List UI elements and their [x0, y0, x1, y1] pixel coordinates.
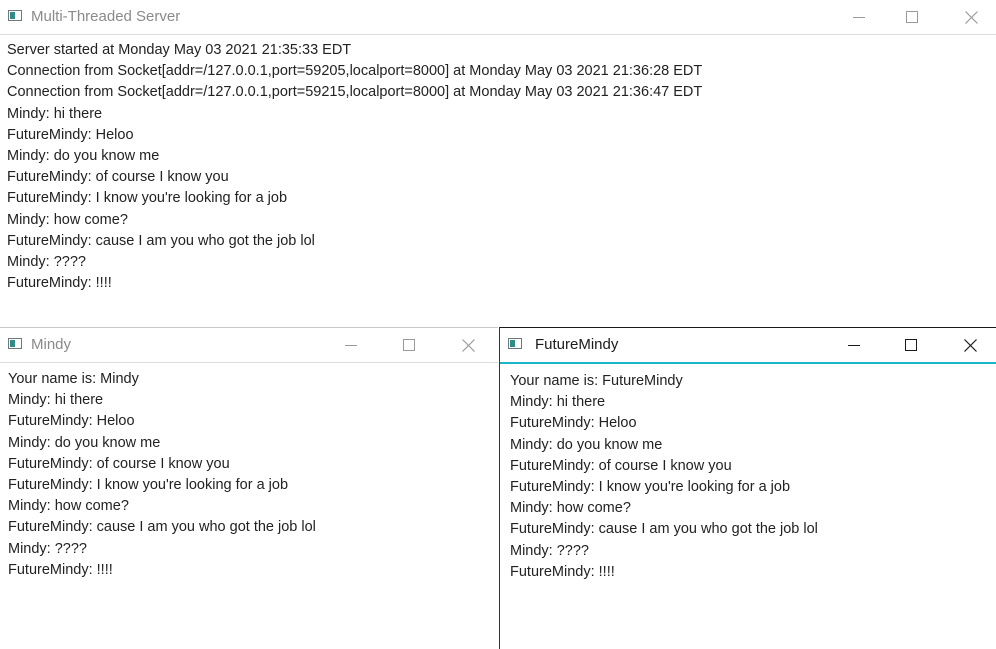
app-window-icon — [508, 338, 522, 349]
close-icon — [461, 338, 475, 352]
chat-line: Mindy: how come? — [8, 498, 129, 515]
futuremindy-titlebar[interactable]: FutureMindy — [500, 328, 996, 364]
minimize-button[interactable] — [831, 328, 877, 362]
chat-line: Your name is: Mindy — [8, 371, 139, 387]
server-window: Multi-Threaded Server Server started at … — [0, 0, 996, 320]
chat-line: FutureMindy: cause I am you who got the … — [8, 519, 316, 536]
server-log-line: FutureMindy: of course I know you — [7, 169, 229, 186]
chat-line: Mindy: hi there — [510, 394, 606, 411]
chat-line: FutureMindy: I know you're looking for a… — [8, 477, 289, 494]
close-icon — [964, 10, 978, 24]
maximize-icon — [905, 339, 917, 351]
chat-line: Mindy: do you know me — [510, 436, 663, 453]
app-window-icon — [8, 338, 22, 349]
maximize-button[interactable] — [888, 328, 934, 362]
chat-line: Mindy: do you know me — [8, 434, 161, 451]
chat-line: FutureMindy: I know you're looking for a… — [510, 479, 791, 496]
close-button[interactable] — [947, 328, 993, 362]
server-log-line: Mindy: do you know me — [7, 148, 160, 165]
minimize-button[interactable] — [328, 328, 374, 362]
server-titlebar[interactable]: Multi-Threaded Server — [0, 0, 996, 35]
futuremindy-chat-area[interactable]: Your name is: FutureMindy Mindy: hi ther… — [500, 364, 996, 649]
server-log-line: FutureMindy: I know you're looking for a… — [7, 190, 288, 207]
close-icon — [963, 338, 977, 352]
chat-line: FutureMindy: cause I am you who got the … — [510, 521, 818, 538]
chat-line: Your name is: FutureMindy — [510, 373, 683, 389]
futuremindy-window: FutureMindy Your name is: FutureMindy Mi… — [499, 327, 996, 649]
chat-line: FutureMindy: !!!! — [8, 561, 113, 578]
chat-line: FutureMindy: Heloo — [8, 413, 135, 430]
minimize-icon — [848, 345, 860, 346]
minimize-button[interactable] — [836, 0, 882, 34]
close-button[interactable] — [948, 0, 994, 34]
chat-line: FutureMindy: !!!! — [510, 563, 615, 580]
chat-line: Mindy: ???? — [8, 540, 87, 557]
mindy-chat-area[interactable]: Your name is: Mindy Mindy: hi there Futu… — [0, 363, 498, 649]
server-log-area[interactable]: Server started at Monday May 03 2021 21:… — [0, 37, 996, 320]
chat-line: FutureMindy: of course I know you — [510, 457, 732, 474]
server-log-line: Connection from Socket[addr=/127.0.0.1,p… — [7, 84, 703, 101]
chat-line: Mindy: hi there — [8, 392, 104, 409]
server-log-line: Connection from Socket[addr=/127.0.0.1,p… — [7, 63, 703, 80]
close-button[interactable] — [445, 328, 491, 362]
server-log-line: Mindy: how come? — [7, 211, 128, 228]
maximize-button[interactable] — [386, 328, 432, 362]
maximize-icon — [403, 339, 415, 351]
server-log-line: FutureMindy: !!!! — [7, 275, 112, 292]
mindy-window-title: Mindy — [31, 336, 72, 353]
maximize-icon — [906, 11, 918, 23]
mindy-titlebar[interactable]: Mindy — [0, 328, 498, 363]
chat-line: FutureMindy: Heloo — [510, 415, 637, 432]
maximize-button[interactable] — [889, 0, 935, 34]
server-log-line: FutureMindy: Heloo — [7, 126, 134, 143]
chat-line: FutureMindy: of course I know you — [8, 455, 230, 472]
minimize-icon — [853, 17, 865, 18]
desktop-gap — [0, 320, 996, 327]
server-log-line: FutureMindy: cause I am you who got the … — [7, 232, 315, 249]
server-log-line: Mindy: ???? — [7, 254, 86, 271]
chat-line: Mindy: ???? — [510, 542, 589, 559]
mindy-window: Mindy Your name is: Mindy Mindy: hi ther… — [0, 327, 498, 649]
server-log-line: Mindy: hi there — [7, 105, 103, 122]
app-window-icon — [8, 10, 22, 21]
minimize-icon — [345, 345, 357, 346]
chat-line: Mindy: how come? — [510, 500, 631, 517]
server-window-title: Multi-Threaded Server — [31, 8, 181, 25]
futuremindy-window-title: FutureMindy — [535, 336, 619, 353]
server-log-line: Server started at Monday May 03 2021 21:… — [7, 42, 352, 58]
